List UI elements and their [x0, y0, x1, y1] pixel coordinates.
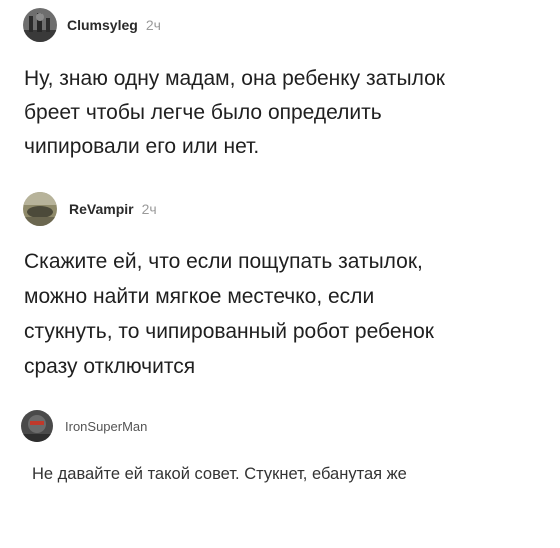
avatar[interactable] — [21, 410, 53, 442]
comment-header: ReVampir 2ч — [23, 192, 157, 226]
username[interactable]: Clumsyleg — [67, 17, 138, 33]
timestamp: 2ч — [141, 201, 157, 217]
comment-header: Clumsyleg 2ч — [23, 8, 161, 42]
comment-header: IronSuperMan — [21, 410, 147, 442]
avatar-icon — [23, 8, 57, 42]
comment-text: Ну, знаю одну мадам, она ребенку затылок… — [24, 67, 445, 158]
avatar[interactable] — [23, 192, 57, 226]
comment-text: Не давайте ей такой совет. Стукнет, ебан… — [32, 465, 407, 483]
avatar-icon — [23, 192, 57, 226]
avatar-icon — [21, 410, 53, 442]
username[interactable]: IronSuperMan — [65, 419, 147, 434]
timestamp: 2ч — [145, 17, 161, 33]
comment-text: Скажите ей, что если пощупать затылок, м… — [24, 250, 434, 378]
avatar[interactable] — [23, 8, 57, 42]
username[interactable]: ReVampir — [69, 201, 134, 217]
